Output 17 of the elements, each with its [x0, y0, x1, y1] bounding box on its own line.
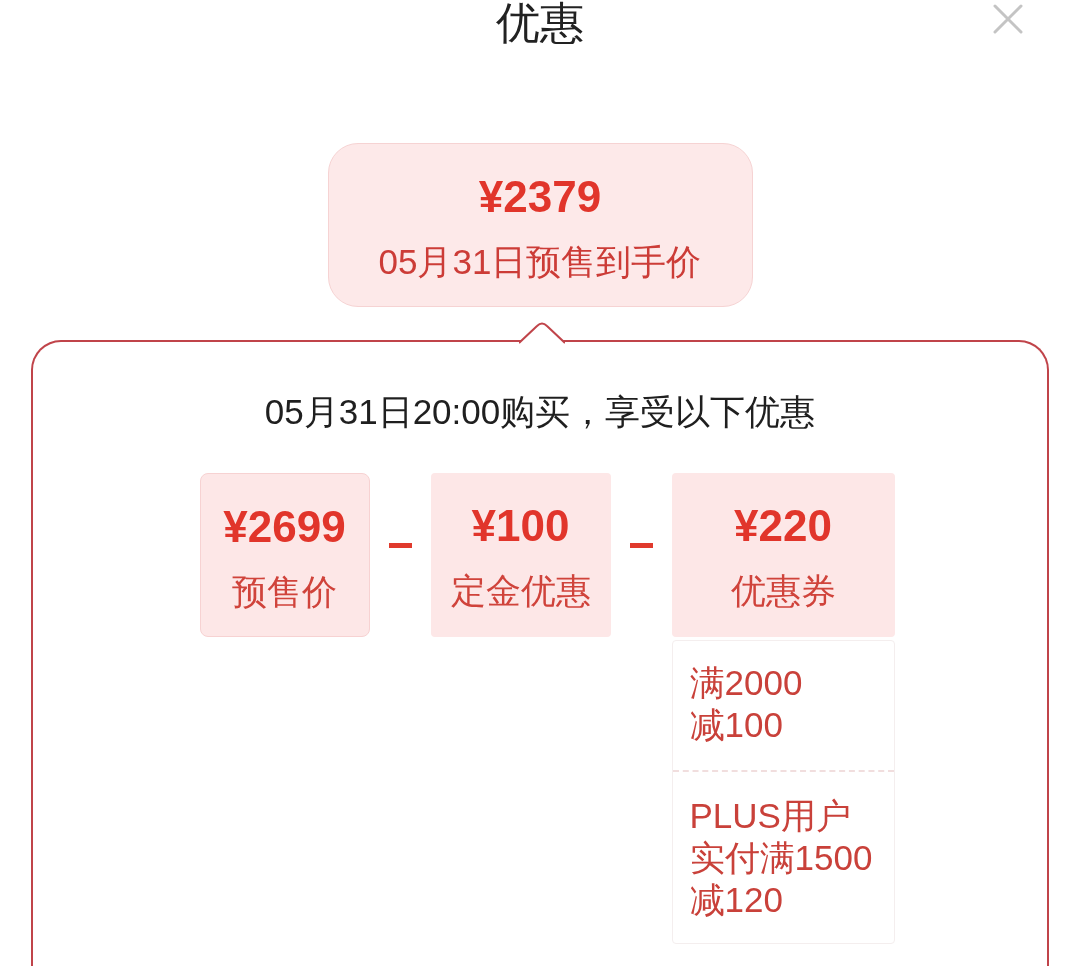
- dialog-title: 优惠: [496, 0, 584, 46]
- minus-icon: [629, 543, 653, 548]
- price-amount: ¥2379: [478, 172, 602, 222]
- card-label: 预售价: [232, 571, 337, 613]
- card-amount: ¥100: [471, 501, 570, 551]
- coupon-condition: PLUS用户实付满1500: [689, 795, 874, 879]
- coupon-discount: 减120: [689, 879, 784, 921]
- card-amount: ¥2699: [223, 502, 346, 552]
- coupon-discount: 减100: [689, 704, 784, 746]
- card-label: 优惠券: [730, 570, 836, 612]
- card-amount: ¥220: [734, 501, 832, 551]
- price-caption: 05月31日预售到手价: [378, 241, 702, 283]
- offer-heading: 05月31日20:00购买，享受以下优惠: [264, 391, 816, 433]
- card-label: 定金优惠: [450, 570, 591, 612]
- coupon-condition: 满2000: [689, 662, 804, 704]
- minus-icon: [388, 543, 412, 548]
- close-icon[interactable]: [993, 4, 1023, 34]
